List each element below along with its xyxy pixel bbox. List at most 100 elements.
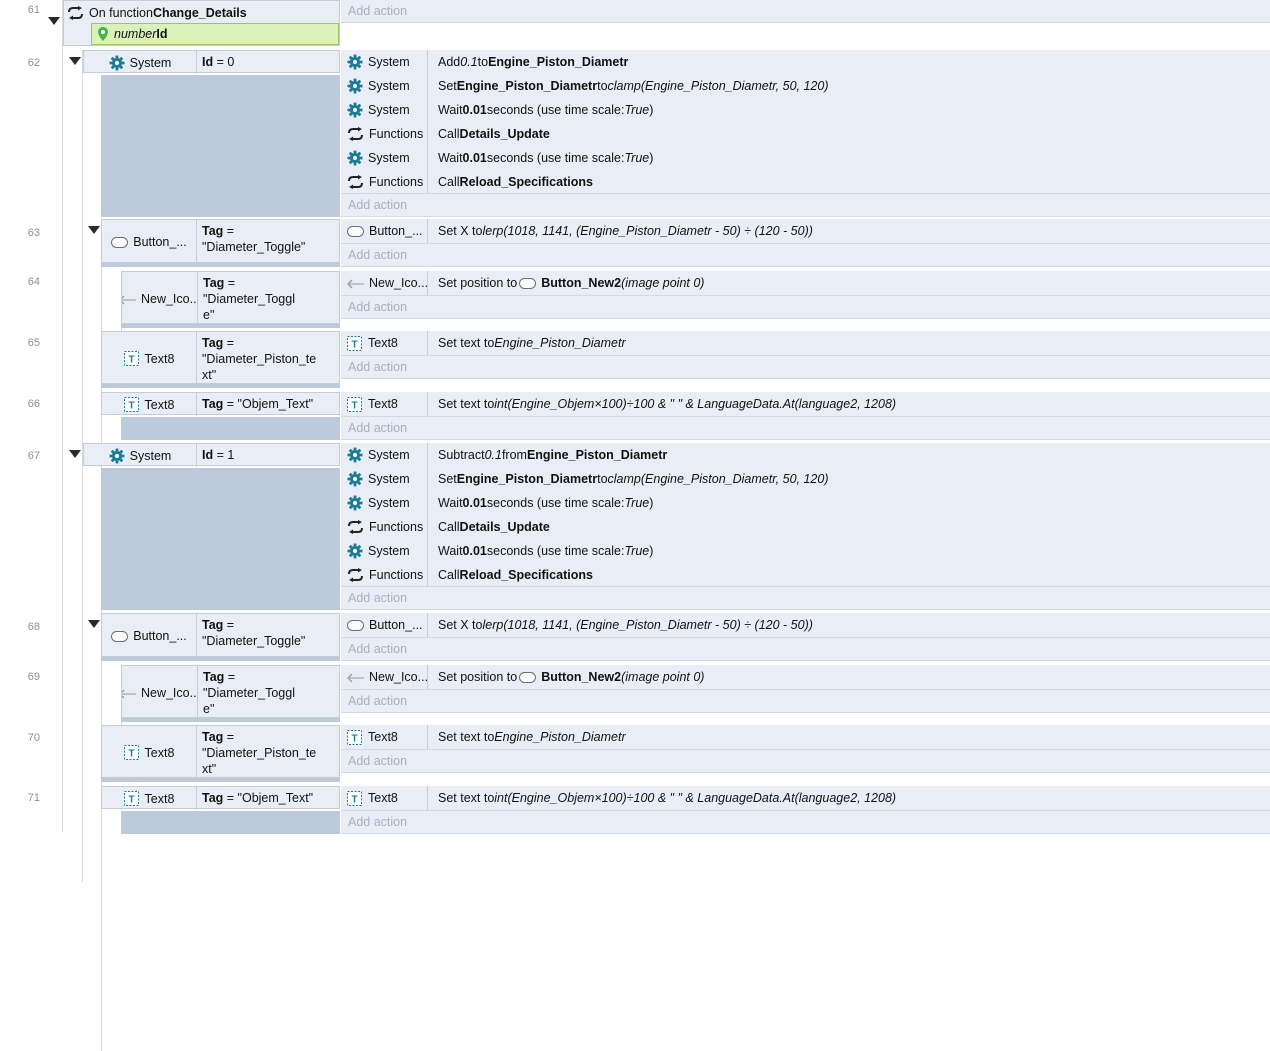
collapse-toggle[interactable] bbox=[88, 226, 100, 234]
action-text[interactable]: Set Engine_Piston_Diametr to clamp(Engin… bbox=[427, 74, 829, 98]
condition-object[interactable]: System bbox=[84, 444, 196, 467]
function-parameter[interactable]: number Id bbox=[91, 23, 339, 45]
action-row[interactable]: System Subtract 0.1 from Engine_Piston_Di… bbox=[341, 443, 1270, 467]
action-object[interactable]: T Text8 bbox=[341, 729, 427, 745]
action-object[interactable]: T Text8 bbox=[341, 396, 427, 412]
action-object[interactable]: Functions bbox=[341, 520, 427, 534]
add-action-button[interactable]: Add action bbox=[341, 417, 1270, 439]
action-text[interactable]: Call Reload_Specifications bbox=[427, 563, 593, 587]
action-text[interactable]: Set text to int(Engine_Objem×100)÷100 & … bbox=[427, 392, 896, 416]
action-object[interactable]: Functions bbox=[341, 127, 427, 141]
action-object[interactable]: T Text8 bbox=[341, 790, 427, 806]
action-text[interactable]: Set text to Engine_Piston_Diametr bbox=[427, 725, 626, 749]
add-action-button[interactable]: Add action bbox=[341, 194, 1270, 216]
condition-object[interactable]: New_Ico... bbox=[122, 272, 197, 325]
action-object[interactable]: System bbox=[341, 150, 427, 166]
action-text[interactable]: Wait 0.01 seconds (use time scale: True) bbox=[427, 491, 653, 515]
add-action-button[interactable]: Add action bbox=[341, 0, 1270, 22]
condition-object[interactable]: Button_... bbox=[102, 220, 196, 264]
action-row[interactable]: T Text8 Set text to int(Engine_Objem×100)÷… bbox=[341, 392, 1270, 416]
event-condition[interactable]: T Text8 Tag = "Objem_Text" bbox=[101, 392, 340, 416]
event-condition[interactable]: Button_... Tag = "Diameter_Toggle" bbox=[101, 613, 340, 658]
condition-parameters[interactable]: Tag = "Diameter_Toggle" bbox=[202, 617, 339, 649]
event-condition[interactable]: System Id = 1 bbox=[83, 443, 340, 467]
action-text[interactable]: Call Reload_Specifications bbox=[427, 170, 593, 194]
action-text[interactable]: Wait 0.01 seconds (use time scale: True) bbox=[427, 98, 653, 122]
action-text[interactable]: Wait 0.01 seconds (use time scale: True) bbox=[427, 539, 653, 563]
action-row[interactable]: System Wait 0.01 seconds (use time scale:… bbox=[341, 539, 1270, 563]
action-row[interactable]: Functions Call Details_Update bbox=[341, 122, 1270, 146]
action-text[interactable]: Set position to Button_New2 (image point… bbox=[427, 665, 704, 689]
action-object[interactable]: System bbox=[341, 102, 427, 118]
condition-object[interactable]: T Text8 bbox=[102, 393, 196, 416]
condition-object[interactable]: T Text8 bbox=[102, 787, 196, 810]
collapse-toggle[interactable] bbox=[69, 450, 81, 458]
action-text[interactable]: Set X to lerp(1018, 1141, (Engine_Piston… bbox=[427, 613, 813, 637]
event-condition[interactable]: New_Ico... Tag = "Diameter_Toggl e" bbox=[121, 665, 340, 719]
action-object[interactable]: System bbox=[341, 54, 427, 70]
action-object[interactable]: System bbox=[341, 447, 427, 463]
action-object[interactable]: System bbox=[341, 471, 427, 487]
action-object[interactable]: New_Ico... bbox=[341, 670, 428, 684]
action-row[interactable]: T Text8 Set text to Engine_Piston_Diametr bbox=[341, 331, 1270, 355]
action-object[interactable]: Button_... bbox=[341, 618, 427, 632]
action-object[interactable]: Functions bbox=[341, 175, 427, 189]
action-row[interactable]: T Text8 Set text to int(Engine_Objem×100)÷… bbox=[341, 786, 1270, 810]
add-action-button[interactable]: Add action bbox=[341, 690, 1270, 712]
action-row[interactable]: Functions Call Details_Update bbox=[341, 515, 1270, 539]
action-row[interactable]: System Add 0.1 to Engine_Piston_Diametr bbox=[341, 50, 1270, 74]
action-text[interactable]: Set text to int(Engine_Objem×100)÷100 & … bbox=[427, 786, 896, 810]
condition-object[interactable]: T Text8 bbox=[102, 726, 196, 779]
action-object[interactable]: Functions bbox=[341, 568, 427, 582]
action-row[interactable]: Functions Call Reload_Specifications bbox=[341, 170, 1270, 194]
collapse-toggle[interactable] bbox=[88, 620, 100, 628]
action-text[interactable]: Set position to Button_New2 (image point… bbox=[427, 271, 704, 295]
condition-parameters[interactable]: Id = 0 bbox=[202, 54, 339, 70]
action-object[interactable]: T Text8 bbox=[341, 335, 427, 351]
function-header[interactable]: On function Change_Details number Id bbox=[63, 0, 340, 46]
condition-parameters[interactable]: Tag = "Diameter_Toggl e" bbox=[203, 275, 339, 323]
event-condition[interactable]: New_Ico... Tag = "Diameter_Toggl e" bbox=[121, 271, 340, 325]
add-action-button[interactable]: Add action bbox=[341, 811, 1270, 833]
action-object[interactable]: System bbox=[341, 543, 427, 559]
action-object[interactable]: New_Ico... bbox=[341, 276, 428, 290]
add-action-button[interactable]: Add action bbox=[341, 356, 1270, 378]
action-text[interactable]: Set Engine_Piston_Diametr to clamp(Engin… bbox=[427, 467, 829, 491]
action-row[interactable]: System Set Engine_Piston_Diametr to clamp… bbox=[341, 74, 1270, 98]
event-condition[interactable]: Button_... Tag = "Diameter_Toggle" bbox=[101, 219, 340, 264]
action-object[interactable]: System bbox=[341, 78, 427, 94]
action-text[interactable]: Add 0.1 to Engine_Piston_Diametr bbox=[427, 50, 628, 74]
condition-parameters[interactable]: Tag = "Diameter_Toggl e" bbox=[203, 669, 339, 717]
action-text[interactable]: Set text to Engine_Piston_Diametr bbox=[427, 331, 626, 355]
action-text[interactable]: Call Details_Update bbox=[427, 122, 550, 146]
action-row[interactable]: System Wait 0.01 seconds (use time scale:… bbox=[341, 146, 1270, 170]
action-row[interactable]: System Wait 0.01 seconds (use time scale:… bbox=[341, 98, 1270, 122]
collapse-toggle[interactable] bbox=[48, 17, 60, 25]
add-action-button[interactable]: Add action bbox=[341, 587, 1270, 609]
action-row[interactable]: New_Ico... Set position to Button_New2 (i… bbox=[341, 271, 1270, 295]
action-object[interactable]: System bbox=[341, 495, 427, 511]
action-row[interactable]: New_Ico... Set position to Button_New2 (i… bbox=[341, 665, 1270, 689]
collapse-toggle[interactable] bbox=[69, 57, 81, 65]
condition-parameters[interactable]: Tag = "Diameter_Piston_te xt" bbox=[202, 335, 339, 383]
event-condition[interactable]: T Text8 Tag = "Diameter_Piston_te xt" bbox=[101, 725, 340, 779]
add-action-button[interactable]: Add action bbox=[341, 296, 1270, 318]
add-action-button[interactable]: Add action bbox=[341, 750, 1270, 772]
action-text[interactable]: Subtract 0.1 from Engine_Piston_Diametr bbox=[427, 443, 667, 467]
action-object[interactable]: Button_... bbox=[341, 224, 427, 238]
add-action-button[interactable]: Add action bbox=[341, 244, 1270, 266]
condition-parameters[interactable]: Tag = "Objem_Text" bbox=[202, 790, 339, 806]
action-text[interactable]: Set X to lerp(1018, 1141, (Engine_Piston… bbox=[427, 219, 813, 243]
condition-object[interactable]: New_Ico... bbox=[122, 666, 197, 719]
condition-object[interactable]: Button_... bbox=[102, 614, 196, 658]
add-action-button[interactable]: Add action bbox=[341, 638, 1270, 660]
condition-parameters[interactable]: Id = 1 bbox=[202, 447, 339, 463]
condition-object[interactable]: T Text8 bbox=[102, 332, 196, 385]
condition-parameters[interactable]: Tag = "Objem_Text" bbox=[202, 396, 339, 412]
condition-parameters[interactable]: Tag = "Diameter_Toggle" bbox=[202, 223, 339, 255]
event-condition[interactable]: T Text8 Tag = "Objem_Text" bbox=[101, 786, 340, 810]
action-row[interactable]: T Text8 Set text to Engine_Piston_Diametr bbox=[341, 725, 1270, 749]
action-text[interactable]: Call Details_Update bbox=[427, 515, 550, 539]
action-row[interactable]: System Set Engine_Piston_Diametr to clamp… bbox=[341, 467, 1270, 491]
action-row[interactable]: Functions Call Reload_Specifications bbox=[341, 563, 1270, 587]
